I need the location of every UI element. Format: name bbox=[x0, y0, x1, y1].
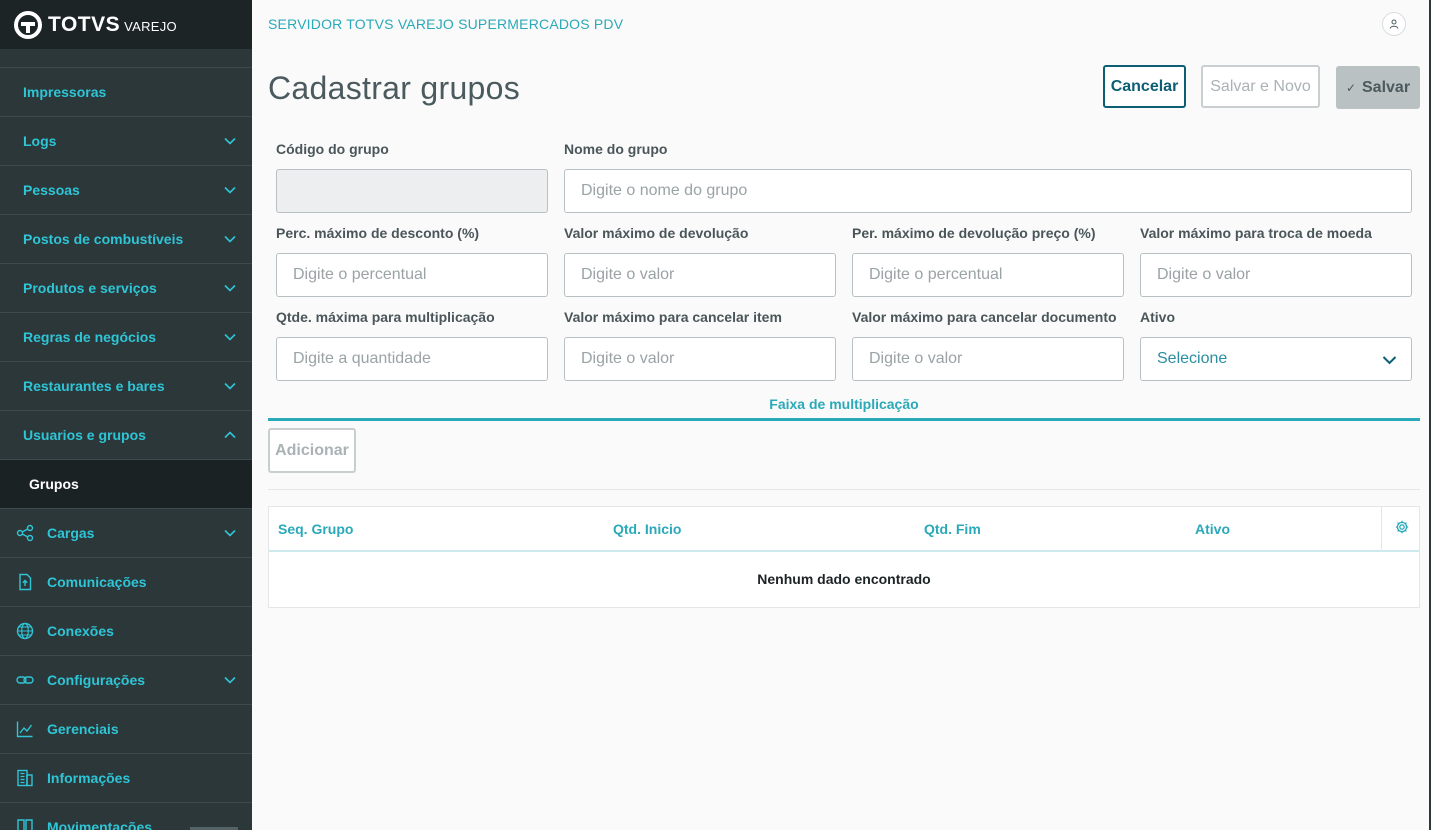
nome-field[interactable]: Digite o nome do grupo bbox=[564, 169, 1412, 213]
table-header: Seq. Grupo Qtd. Inicio Qtd. Fim Ativo bbox=[269, 507, 1419, 552]
per-devolucao-preco-label: Per. máximo de devolução preço (%) bbox=[852, 225, 1096, 241]
main-content: SERVIDOR TOTVS VAREJO SUPERMERCADOS PDV … bbox=[252, 0, 1431, 830]
qtde-multiplicacao-label: Qtde. máxima para multiplicação bbox=[276, 309, 495, 325]
globe-icon bbox=[16, 622, 34, 640]
valor-troca-moeda-field[interactable]: Digite o valor bbox=[1140, 253, 1412, 297]
chevron-down-icon bbox=[224, 380, 236, 392]
save-and-new-button[interactable]: Salvar e Novo bbox=[1201, 65, 1320, 108]
brand-name: TOTVS bbox=[48, 12, 121, 36]
page-title: Cadastrar grupos bbox=[268, 70, 521, 106]
sidebar-item-label: Gerenciais bbox=[47, 721, 119, 737]
sidebar-item-label: Comunicações bbox=[47, 574, 147, 590]
sidebar-item-conexoes[interactable]: Conexões bbox=[0, 606, 252, 655]
sidebar-item-usuarios-grupos[interactable]: Usuarios e grupos bbox=[0, 410, 252, 459]
valor-cancelar-documento-field[interactable]: Digite o valor bbox=[852, 337, 1124, 381]
sidebar-item-label: Grupos bbox=[29, 476, 79, 492]
chevron-down-icon bbox=[1382, 352, 1397, 370]
chevron-down-icon bbox=[224, 135, 236, 147]
file-upload-icon bbox=[16, 573, 34, 591]
nome-label: Nome do grupo bbox=[564, 141, 668, 157]
column-header-seq-grupo[interactable]: Seq. Grupo bbox=[278, 521, 353, 537]
sidebar-item-cargas[interactable]: Cargas bbox=[0, 508, 252, 557]
add-button[interactable]: Adicionar bbox=[268, 428, 356, 473]
sidebar-item-configuracoes[interactable]: Configurações bbox=[0, 655, 252, 704]
valor-cancelar-item-label: Valor máximo para cancelar item bbox=[564, 309, 782, 325]
sidebar-item-label: Produtos e serviços bbox=[23, 280, 157, 296]
chevron-down-icon bbox=[224, 282, 236, 294]
sidebar-item-produtos[interactable]: Produtos e serviços bbox=[0, 263, 252, 312]
perc-desconto-field[interactable]: Digite o percentual bbox=[276, 253, 548, 297]
codigo-label: Código do grupo bbox=[276, 141, 389, 157]
sidebar-item-label: Configurações bbox=[47, 672, 146, 688]
codigo-field bbox=[276, 169, 548, 213]
column-header-ativo[interactable]: Ativo bbox=[1195, 521, 1230, 537]
sidebar-item-label: Regras de negócios bbox=[23, 329, 157, 345]
sidebar-item-label: Postos de combustíveis bbox=[23, 231, 184, 247]
brand-sub: VAREJO bbox=[124, 19, 177, 34]
sidebar-item-pessoas[interactable]: Pessoas bbox=[0, 165, 252, 214]
sidebar-item-gerenciais[interactable]: Gerenciais bbox=[0, 704, 252, 753]
save-label: Salvar bbox=[1362, 78, 1411, 96]
perc-desconto-label: Perc. máximo de desconto (%) bbox=[276, 225, 480, 241]
sidebar-item-movimentacoes[interactable]: Movimentações bbox=[0, 802, 252, 830]
sidebar-item-impressoras[interactable]: Impressoras bbox=[0, 67, 252, 116]
faixa-table: Seq. Grupo Qtd. Inicio Qtd. Fim Ativo Ne… bbox=[268, 506, 1420, 608]
ativo-select[interactable]: Selecione bbox=[1140, 337, 1412, 381]
sidebar-item-label: Informações bbox=[47, 770, 131, 786]
sidebar-item-label: Logs bbox=[23, 133, 57, 149]
link-icon bbox=[16, 671, 34, 689]
sidebar-nav: Impressoras Logs Pessoas Postos de combu… bbox=[0, 67, 252, 830]
book-icon bbox=[16, 818, 34, 830]
brand-header: TOTVS VAREJO bbox=[0, 0, 252, 49]
valor-cancelar-item-field[interactable]: Digite o valor bbox=[564, 337, 836, 381]
gear-icon bbox=[1395, 520, 1409, 539]
user-icon bbox=[1389, 17, 1399, 32]
sidebar-item-label: Pessoas bbox=[23, 182, 80, 198]
valor-troca-moeda-label: Valor máximo para troca de moeda bbox=[1140, 225, 1372, 241]
chart-icon bbox=[16, 720, 34, 738]
column-settings-button[interactable] bbox=[1381, 507, 1421, 552]
sidebar-item-comunicacoes[interactable]: Comunicações bbox=[0, 557, 252, 606]
ativo-label: Ativo bbox=[1140, 309, 1175, 325]
cancel-button[interactable]: Cancelar bbox=[1103, 65, 1186, 108]
chevron-down-icon bbox=[224, 674, 236, 686]
valor-devolucao-label: Valor máximo de devolução bbox=[564, 225, 749, 241]
divider bbox=[268, 489, 1420, 490]
totvs-logo-icon bbox=[14, 10, 42, 39]
sidebar: TOTVS VAREJO Impressoras Logs Pessoas Po… bbox=[0, 0, 252, 830]
sidebar-item-grupos[interactable]: Grupos bbox=[0, 459, 252, 508]
check-icon: ✓ bbox=[1345, 80, 1356, 95]
per-devolucao-preco-field[interactable]: Digite o percentual bbox=[852, 253, 1124, 297]
chevron-down-icon bbox=[224, 331, 236, 343]
topbar: SERVIDOR TOTVS VAREJO SUPERMERCADOS PDV bbox=[252, 0, 1431, 47]
sidebar-item-label: Cargas bbox=[47, 525, 95, 541]
sidebar-item-restaurantes[interactable]: Restaurantes e bares bbox=[0, 361, 252, 410]
sidebar-item-informacoes[interactable]: Informações bbox=[0, 753, 252, 802]
sidebar-item-logs[interactable]: Logs bbox=[0, 116, 252, 165]
empty-message: Nenhum dado encontrado bbox=[757, 571, 931, 587]
user-button[interactable] bbox=[1382, 12, 1406, 36]
sidebar-item-label: Conexões bbox=[47, 623, 114, 639]
share-icon bbox=[16, 524, 34, 542]
column-header-qtd-fim[interactable]: Qtd. Fim bbox=[924, 521, 981, 537]
chevron-down-icon bbox=[224, 233, 236, 245]
sidebar-item-label: Restaurantes e bares bbox=[23, 378, 165, 394]
sidebar-item-regras[interactable]: Regras de negócios bbox=[0, 312, 252, 361]
server-title: SERVIDOR TOTVS VAREJO SUPERMERCADOS PDV bbox=[268, 16, 624, 32]
building-icon bbox=[16, 769, 34, 787]
sidebar-item-postos[interactable]: Postos de combustíveis bbox=[0, 214, 252, 263]
sidebar-item-label: Impressoras bbox=[23, 84, 107, 100]
tab-faixa-multiplicacao[interactable]: Faixa de multiplicação bbox=[268, 394, 1420, 421]
chevron-down-icon bbox=[224, 184, 236, 196]
save-button[interactable]: ✓ Salvar bbox=[1336, 66, 1420, 109]
tab-label: Faixa de multiplicação bbox=[769, 396, 919, 412]
chevron-up-icon bbox=[224, 429, 236, 441]
chevron-down-icon bbox=[224, 527, 236, 539]
column-header-qtd-inicio[interactable]: Qtd. Inicio bbox=[613, 521, 681, 537]
ativo-selected-value: Selecione bbox=[1157, 350, 1228, 367]
valor-devolucao-field[interactable]: Digite o valor bbox=[564, 253, 836, 297]
qtde-multiplicacao-field[interactable]: Digite a quantidade bbox=[276, 337, 548, 381]
sidebar-item-label: Usuarios e grupos bbox=[23, 427, 146, 443]
valor-cancelar-documento-label: Valor máximo para cancelar documento bbox=[852, 309, 1117, 325]
